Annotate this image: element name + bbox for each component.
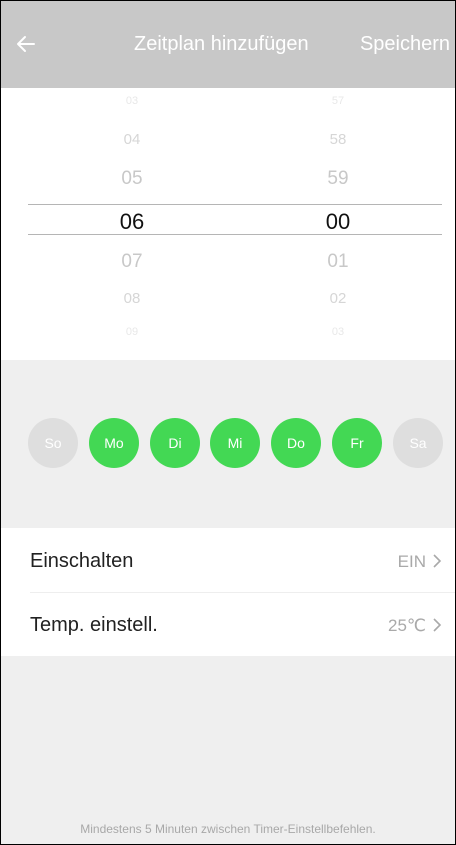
minute-option[interactable]: 58: [298, 132, 378, 147]
day-toggle-do[interactable]: Do: [271, 418, 321, 468]
day-toggle-mo[interactable]: Mo: [89, 418, 139, 468]
settings-list: Einschalten EIN Temp. einstell. 25℃: [0, 528, 456, 656]
weekday-selector: So Mo Di Mi Do Fr Sa: [0, 360, 456, 528]
footer-note: Mindestens 5 Minuten zwischen Timer-Eins…: [80, 822, 376, 836]
page-title: Zeitplan hinzufügen: [134, 33, 309, 55]
selection-line-bottom: [28, 234, 442, 235]
selected-hour[interactable]: 06: [92, 211, 172, 233]
bottom-area: Mindestens 5 Minuten zwischen Timer-Eins…: [0, 656, 456, 845]
hour-option[interactable]: 03: [92, 96, 172, 107]
day-toggle-so[interactable]: So: [28, 418, 78, 468]
save-button[interactable]: Speichern: [360, 33, 450, 56]
time-picker[interactable]: 03 04 05 06 07 08 09 57 58 59 00 01 02 0…: [0, 88, 456, 360]
day-toggle-sa[interactable]: Sa: [393, 418, 443, 468]
setting-value: EIN: [397, 552, 426, 571]
day-toggle-mi[interactable]: Mi: [210, 418, 260, 468]
minute-option[interactable]: 59: [298, 169, 378, 188]
hour-option[interactable]: 09: [92, 327, 172, 338]
hour-option[interactable]: 05: [92, 169, 172, 188]
setting-value: 25℃: [387, 616, 426, 635]
setting-label: Einschalten: [30, 550, 134, 572]
minute-option[interactable]: 57: [298, 96, 378, 107]
chevron-right-icon: [433, 554, 442, 568]
hour-option[interactable]: 04: [92, 132, 172, 147]
hour-option[interactable]: 08: [92, 291, 172, 306]
hour-option[interactable]: 07: [92, 252, 172, 271]
chevron-right-icon: [433, 618, 442, 632]
minute-option[interactable]: 01: [298, 252, 378, 271]
day-toggle-di[interactable]: Di: [150, 418, 200, 468]
top-app-bar: Zeitplan hinzufügen Speichern: [0, 0, 456, 88]
back-button[interactable]: [8, 26, 44, 62]
arrow-left-icon: [17, 36, 35, 52]
minute-option[interactable]: 02: [298, 291, 378, 306]
minute-option[interactable]: 03: [298, 327, 378, 338]
selection-line-top: [28, 204, 442, 205]
day-toggle-fr[interactable]: Fr: [332, 418, 382, 468]
selected-minute[interactable]: 00: [298, 211, 378, 233]
setting-row-power[interactable]: Einschalten EIN: [0, 528, 456, 593]
setting-label: Temp. einstell.: [30, 614, 158, 636]
setting-row-temperature[interactable]: Temp. einstell. 25℃: [0, 592, 456, 656]
